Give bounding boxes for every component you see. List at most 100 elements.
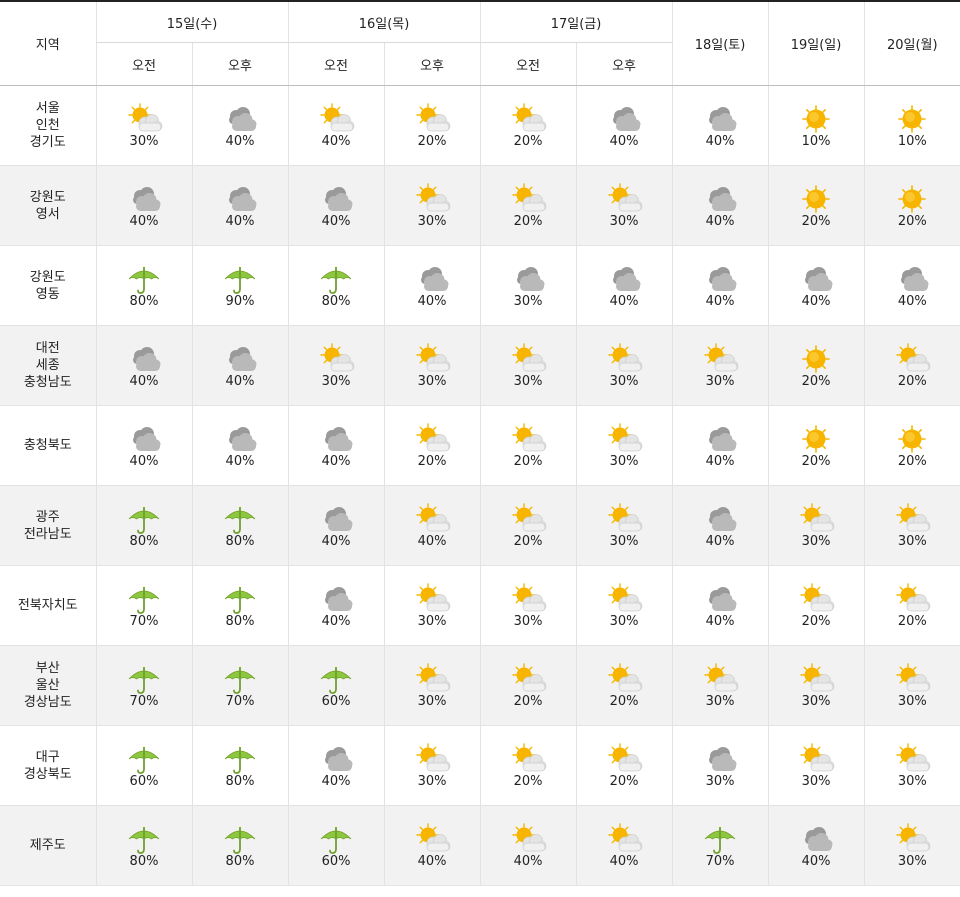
precip-probability: 30% — [801, 533, 831, 549]
partly-cloudy-icon — [608, 502, 643, 531]
precip-probability: 90% — [225, 293, 255, 309]
forecast-cell: 30% — [383, 565, 481, 646]
region-cell: 강원도 영서 — [0, 165, 96, 246]
precip-probability: 80% — [225, 533, 255, 549]
region-name-line: 제주도 — [29, 838, 66, 853]
forecast-cell: 40% — [671, 565, 769, 646]
sunny-icon — [898, 184, 927, 213]
sunny-icon — [802, 424, 830, 453]
umbrella-icon — [224, 586, 256, 614]
region-name-line: 대구 — [35, 749, 60, 765]
partly-cloudy-icon — [608, 182, 643, 211]
forecast-cell: 10% — [767, 85, 865, 166]
precip-probability: 20% — [513, 133, 543, 149]
partly-cloudy-icon — [608, 742, 643, 771]
forecast-cell: 40% — [287, 405, 385, 486]
forecast-cell: 40% — [479, 805, 577, 886]
forecast-cell: 70% — [95, 565, 192, 646]
precip-probability: 40% — [801, 853, 831, 869]
precip-probability: 40% — [321, 773, 351, 789]
forecast-cell: 80% — [95, 485, 192, 566]
precip-probability: 20% — [609, 773, 639, 789]
forecast-cell: 20% — [479, 85, 577, 166]
forecast-cell: 30% — [767, 725, 865, 806]
partly-cloudy-icon — [896, 742, 931, 771]
precip-probability: 20% — [513, 693, 543, 709]
forecast-cell: 20% — [479, 645, 577, 726]
precip-probability: 80% — [129, 533, 159, 549]
table-row: 부산 울산 경상남도 70% 70% 60% 30% 20% 20% 30% 30% 30% — [0, 645, 960, 726]
forecast-cell: 80% — [191, 565, 289, 646]
cloudy-icon — [325, 186, 353, 211]
forecast-cell: 40% — [95, 405, 192, 486]
forecast-cell: 70% — [191, 645, 289, 726]
precip-probability: 30% — [705, 693, 735, 709]
region-name-line: 전북자치도 — [17, 598, 78, 613]
precip-probability: 40% — [225, 373, 255, 389]
day-header: 20일(월) — [863, 0, 960, 86]
precip-probability: 40% — [801, 293, 831, 309]
region-name-line: 세종 — [35, 358, 60, 373]
table-row: 서울 인천 경기도 30% 40% 40% 20% 20% 40% 40% 10% 10% — [0, 85, 960, 166]
precip-probability: 30% — [513, 613, 543, 629]
forecast-cell: 40% — [287, 165, 385, 246]
cloudy-icon — [709, 186, 737, 211]
partly-cloudy-icon — [512, 342, 547, 371]
forecast-cell: 70% — [671, 805, 769, 886]
partly-cloudy-icon — [704, 342, 739, 371]
cloudy-icon — [805, 266, 833, 291]
precip-probability: 30% — [513, 293, 543, 309]
forecast-cell: 30% — [671, 325, 769, 406]
partly-cloudy-icon — [512, 422, 547, 451]
precip-probability: 40% — [705, 533, 735, 549]
partly-cloudy-icon — [416, 662, 451, 691]
forecast-cell: 30% — [575, 565, 673, 646]
precip-probability: 40% — [417, 853, 447, 869]
precip-probability: 70% — [705, 853, 735, 869]
cloudy-icon — [229, 426, 257, 451]
precip-probability: 30% — [609, 613, 639, 629]
forecast-cell: 30% — [383, 325, 481, 406]
day-header: 19일(일) — [767, 0, 865, 86]
forecast-cell: 20% — [767, 405, 865, 486]
region-name-line: 영동 — [35, 286, 60, 302]
region-name-line: 충청남도 — [23, 375, 72, 390]
umbrella-icon — [320, 826, 352, 854]
precip-probability: 80% — [321, 293, 351, 309]
forecast-cell: 20% — [767, 565, 865, 646]
table-row: 전북자치도 70% 80% 40% 30% 30% 30% 40% 20% 20% — [0, 565, 960, 646]
precip-probability: 30% — [897, 693, 927, 709]
table-header: 지역 15일(수) 16일(목) 17일(금) 18일(토) 19일(일) 20… — [0, 0, 960, 86]
sunny-icon — [898, 424, 927, 453]
precip-probability: 10% — [801, 133, 831, 149]
precip-probability: 20% — [801, 613, 831, 629]
precip-probability: 30% — [129, 133, 159, 149]
forecast-cell: 20% — [479, 725, 577, 806]
precip-probability: 20% — [513, 533, 543, 549]
table-row: 대구 경상북도 60% 80% 40% 30% 20% 20% 30% 30% 30% — [0, 725, 960, 806]
precip-probability: 40% — [897, 293, 927, 309]
precip-probability: 40% — [705, 213, 735, 229]
precip-probability: 40% — [321, 453, 351, 469]
forecast-cell: 30% — [575, 485, 673, 566]
umbrella-icon — [320, 266, 352, 294]
partly-cloudy-icon — [416, 422, 451, 451]
region-name-line: 대전 — [35, 341, 60, 356]
cloudy-icon — [517, 266, 545, 291]
region-name-line: 울산 — [35, 678, 60, 693]
precip-probability: 30% — [417, 373, 447, 389]
region-name-line: 전라남도 — [23, 526, 72, 542]
partly-cloudy-icon — [512, 502, 547, 531]
umbrella-icon — [128, 506, 160, 534]
precip-probability: 30% — [897, 853, 927, 869]
table-row: 대전 세종 충청남도 40% 40% 30% 30% 30% 30% 30% 20% 20% — [0, 325, 960, 406]
forecast-cell: 30% — [383, 165, 481, 246]
umbrella-icon — [224, 746, 256, 774]
precip-probability: 20% — [609, 693, 639, 709]
precip-probability: 40% — [705, 133, 735, 149]
precip-probability: 40% — [609, 293, 639, 309]
precip-probability: 40% — [705, 613, 735, 629]
precip-probability: 30% — [417, 693, 447, 709]
precip-probability: 40% — [417, 293, 447, 309]
pm-header: 오후 — [575, 42, 673, 86]
